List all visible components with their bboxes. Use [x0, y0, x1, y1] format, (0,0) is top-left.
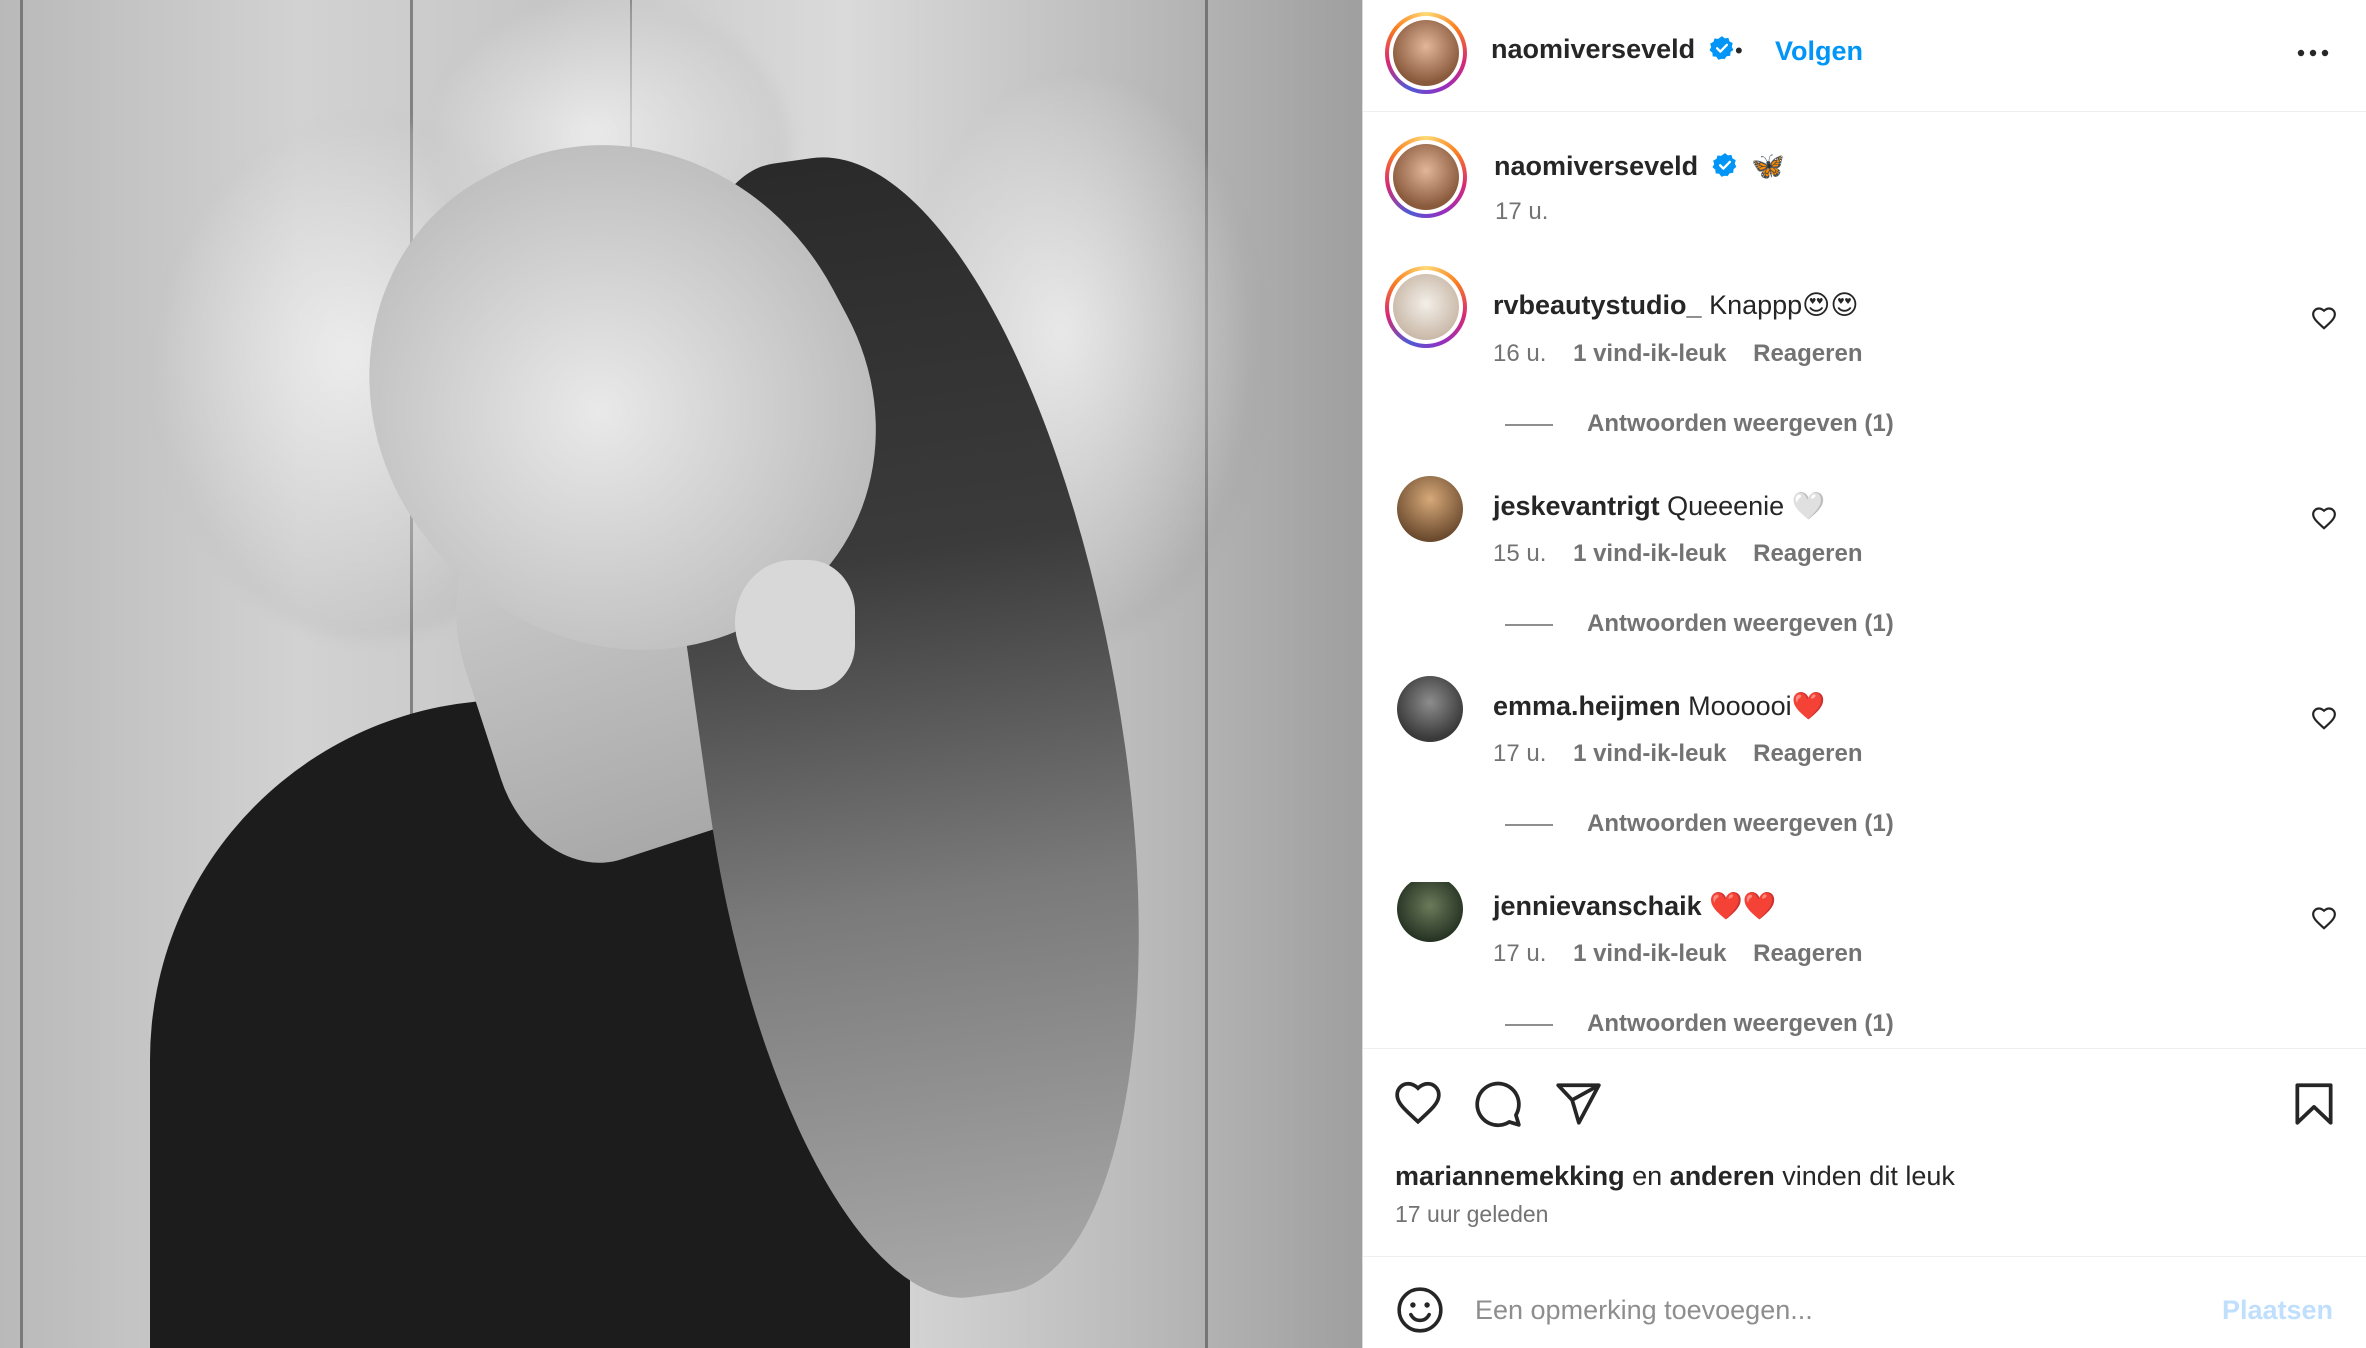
author-username[interactable]: naomiverseveld — [1491, 34, 1735, 65]
likes-connector: en — [1632, 1161, 1663, 1191]
post-sidebar: naomiverseveld • Volgen naomiverseveld 🦋 — [1362, 0, 2366, 1348]
view-replies-label[interactable]: Antwoorden weergeven (1) — [1587, 810, 1894, 837]
comment-text: emma.heijmen Moooooi❤️ — [1493, 690, 1825, 722]
view-replies-button[interactable]: Antwoorden weergeven (1) — [1505, 610, 1894, 638]
verified-badge-icon — [1712, 153, 1736, 177]
comment-time[interactable]: 17 u. — [1493, 940, 1546, 967]
view-replies-button[interactable]: Antwoorden weergeven (1) — [1505, 410, 1894, 438]
comment-likes[interactable]: 1 vind-ik-leuk — [1573, 940, 1726, 967]
comment-body: Queeenie 🤍 — [1667, 491, 1826, 521]
reply-button[interactable]: Reageren — [1753, 540, 1862, 567]
comment-text: jeskevantrigt Queeenie 🤍 — [1493, 490, 1825, 522]
caption-username-text[interactable]: naomiverseveld — [1494, 151, 1698, 181]
comment-body: Knappp😍😍 — [1709, 290, 1859, 320]
comment-item: rvbeautystudio_ Knappp😍😍 16 u. 1 vind-ik… — [1363, 266, 2366, 482]
comment-bubble-icon[interactable] — [1473, 1079, 1523, 1129]
emoji-icon[interactable] — [1395, 1285, 1445, 1335]
replies-divider — [1505, 423, 1553, 426]
like-heart-icon[interactable] — [1393, 1079, 1443, 1129]
comment-username[interactable]: jennievanschaik — [1493, 891, 1702, 921]
comment-avatar[interactable] — [1397, 882, 1463, 942]
wall-plank — [20, 0, 23, 1348]
post-header: naomiverseveld • Volgen — [1363, 0, 2366, 112]
author-avatar[interactable] — [1385, 12, 1467, 94]
comment-item: jennievanschaik ❤️❤️ 17 u. 1 vind-ik-leu… — [1363, 882, 2366, 1048]
comment-text: jennievanschaik ❤️❤️ — [1493, 890, 1776, 922]
comment-username[interactable]: jeskevantrigt — [1493, 491, 1660, 521]
liker-username[interactable]: mariannemekking — [1395, 1161, 1625, 1191]
replies-divider — [1505, 823, 1553, 826]
comment-likes[interactable]: 1 vind-ik-leuk — [1573, 740, 1726, 767]
comment-input[interactable]: Een opmerking toevoegen... — [1475, 1295, 1813, 1326]
comment-meta: 17 u. 1 vind-ik-leuk Reageren — [1493, 740, 1883, 768]
author-username-text[interactable]: naomiverseveld — [1491, 34, 1695, 64]
comment-item: emma.heijmen Moooooi❤️ 17 u. 1 vind-ik-l… — [1363, 676, 2366, 882]
comment-avatar[interactable] — [1397, 476, 1463, 542]
comment-time[interactable]: 16 u. — [1493, 340, 1546, 367]
comment-body: ❤️❤️ — [1709, 891, 1777, 921]
reply-button[interactable]: Reageren — [1753, 340, 1862, 367]
comment-username[interactable]: emma.heijmen — [1493, 691, 1681, 721]
likes-summary: mariannemekking en anderen vinden dit le… — [1395, 1161, 1955, 1192]
comment-heart-icon[interactable] — [2311, 506, 2337, 532]
comment-body: Moooooi❤️ — [1688, 691, 1826, 721]
bookmark-icon[interactable] — [2289, 1079, 2339, 1129]
avatar-image — [1393, 20, 1459, 86]
post-actions: mariannemekking en anderen vinden dit le… — [1363, 1048, 2366, 1248]
comment-username[interactable]: rvbeautystudio_ — [1493, 290, 1702, 320]
comment-meta: 16 u. 1 vind-ik-leuk Reageren — [1493, 340, 1883, 368]
header-separator: • — [1735, 38, 1743, 63]
caption-time: 17 u. — [1495, 198, 1549, 225]
comment-meta: 17 u. 1 vind-ik-leuk Reageren — [1493, 940, 1883, 968]
comment-heart-icon[interactable] — [2311, 306, 2337, 332]
comment-heart-icon[interactable] — [2311, 706, 2337, 732]
verified-badge-icon — [1709, 36, 1733, 60]
comment-avatar[interactable] — [1385, 266, 1467, 348]
post-comment-button[interactable]: Plaatsen — [2222, 1295, 2333, 1326]
caption-text: 🦋 — [1751, 151, 1785, 181]
comment-avatar[interactable] — [1397, 676, 1463, 742]
comment-meta: 15 u. 1 vind-ik-leuk Reageren — [1493, 540, 1883, 568]
reply-button[interactable]: Reageren — [1753, 940, 1862, 967]
comment-item: jeskevantrigt Queeenie 🤍 15 u. 1 vind-ik… — [1363, 476, 2366, 682]
comment-time[interactable]: 15 u. — [1493, 540, 1546, 567]
view-replies-label[interactable]: Antwoorden weergeven (1) — [1587, 610, 1894, 637]
add-comment-bar: Een opmerking toevoegen... Plaatsen — [1363, 1256, 2366, 1348]
post-photo[interactable] — [0, 0, 1362, 1348]
more-horizontal-icon[interactable] — [2293, 38, 2333, 68]
comment-heart-icon[interactable] — [2311, 906, 2337, 932]
comment-time[interactable]: 17 u. — [1493, 740, 1546, 767]
view-replies-button[interactable]: Antwoorden weergeven (1) — [1505, 810, 1894, 838]
view-replies-button[interactable]: Antwoorden weergeven (1) — [1505, 1010, 1894, 1038]
comment-text: rvbeautystudio_ Knappp😍😍 — [1493, 290, 1858, 321]
avatar-image — [1393, 144, 1459, 210]
view-replies-label[interactable]: Antwoorden weergeven (1) — [1587, 1010, 1894, 1037]
avatar-image — [1393, 274, 1459, 340]
caption-username[interactable]: naomiverseveld 🦋 — [1494, 150, 1785, 182]
post-timestamp[interactable]: 17 uur geleden — [1395, 1201, 1548, 1228]
replies-divider — [1505, 1023, 1553, 1026]
comment-likes[interactable]: 1 vind-ik-leuk — [1573, 540, 1726, 567]
comment-likes[interactable]: 1 vind-ik-leuk — [1573, 340, 1726, 367]
likes-suffix: vinden dit leuk — [1782, 1161, 1955, 1191]
replies-divider — [1505, 623, 1553, 626]
share-send-icon[interactable] — [1553, 1079, 1603, 1129]
follow-button[interactable]: Volgen — [1775, 36, 1863, 67]
photo-ear — [735, 560, 855, 690]
likes-others-link[interactable]: anderen — [1670, 1161, 1775, 1191]
caption-avatar[interactable] — [1385, 136, 1467, 218]
reply-button[interactable]: Reageren — [1753, 740, 1862, 767]
view-replies-label[interactable]: Antwoorden weergeven (1) — [1587, 410, 1894, 437]
